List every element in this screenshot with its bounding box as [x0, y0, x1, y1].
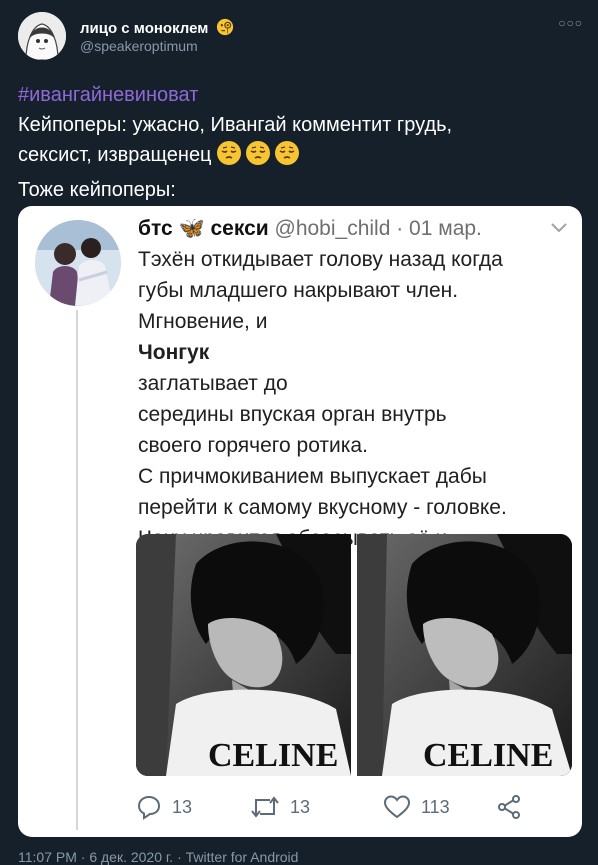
photo-2-logo-text: CELINE: [423, 737, 553, 774]
quoted-date: · 01 мар.: [396, 217, 482, 240]
quoted-line-suffix: заглатывает до: [138, 372, 288, 395]
quoted-author-name[interactable]: бтс 🦋 секси: [138, 217, 269, 240]
tweet-text: #ивангайневиноват Кейпоперы: ужасно, Ива…: [18, 80, 583, 205]
hashtag-link[interactable]: #ивангайневиноват: [18, 80, 583, 110]
monocle-face-icon: [216, 18, 233, 36]
more-options-icon[interactable]: ○○○: [558, 16, 583, 30]
quoted-line-prefix: Мгновение, и: [138, 310, 268, 333]
retweet-button[interactable]: 13: [250, 792, 310, 822]
quoted-tweet-card[interactable]: бтс 🦋 секси @hobi_child · 01 мар. Тэхён …: [18, 206, 582, 837]
quoted-author-avatar[interactable]: [35, 220, 121, 306]
quoted-line: середины впуская орган внутрь: [138, 403, 447, 426]
quoted-author-handle[interactable]: @hobi_child: [275, 217, 391, 240]
reply-count: 13: [172, 796, 193, 817]
quoted-line: губы младшего накрывают член.: [138, 279, 459, 302]
quoted-line: перейти к самому вкусному - головке.: [138, 496, 507, 519]
thread-line: [76, 310, 78, 830]
tweet-header: лицо с моноклем @speakeroptimum ○○○: [18, 12, 583, 62]
author-name[interactable]: лицо с моноклем: [80, 18, 234, 37]
tweet-line-with-emoji: сексист, извращенец: [18, 140, 583, 175]
heart-icon: [383, 795, 411, 819]
chevron-down-icon[interactable]: [550, 222, 568, 234]
reply-icon: [137, 795, 161, 820]
retweet-icon: [251, 796, 279, 818]
bold-name: Чонгук: [138, 341, 210, 364]
reply-button[interactable]: 13: [136, 792, 192, 822]
quoted-line: своего горячего ротика.: [138, 434, 368, 457]
photo-1[interactable]: CELINE: [136, 534, 351, 776]
like-button[interactable]: 113: [383, 792, 450, 822]
tweet-line: Кейпоперы: ужасно, Ивангай комментит гру…: [18, 114, 453, 136]
photo-2[interactable]: CELINE: [357, 534, 572, 776]
quoted-line: Тэхён откидывает голову назад когда: [138, 248, 503, 271]
quoted-actions: 13 13 113: [136, 792, 576, 822]
author-avatar[interactable]: [18, 12, 66, 60]
photo-1-logo-text: CELINE: [208, 737, 338, 774]
like-count: 113: [421, 796, 450, 817]
share-button[interactable]: [496, 792, 522, 822]
quoted-line-with-bold: Мгновение, и Чонгук заглатывает до: [138, 306, 568, 399]
retweet-count: 13: [290, 796, 311, 817]
pensive-face-icons: [216, 140, 306, 175]
media-grid: CELINE CELINE: [136, 534, 572, 776]
share-icon: [498, 795, 520, 819]
quoted-header: бтс 🦋 секси @hobi_child · 01 мар.: [138, 217, 482, 241]
quoted-line: С причмокиванием выпускает дабы: [138, 465, 487, 488]
author-handle[interactable]: @speakeroptimum: [80, 38, 198, 54]
tweet-line: Тоже кейпоперы:: [18, 179, 176, 201]
